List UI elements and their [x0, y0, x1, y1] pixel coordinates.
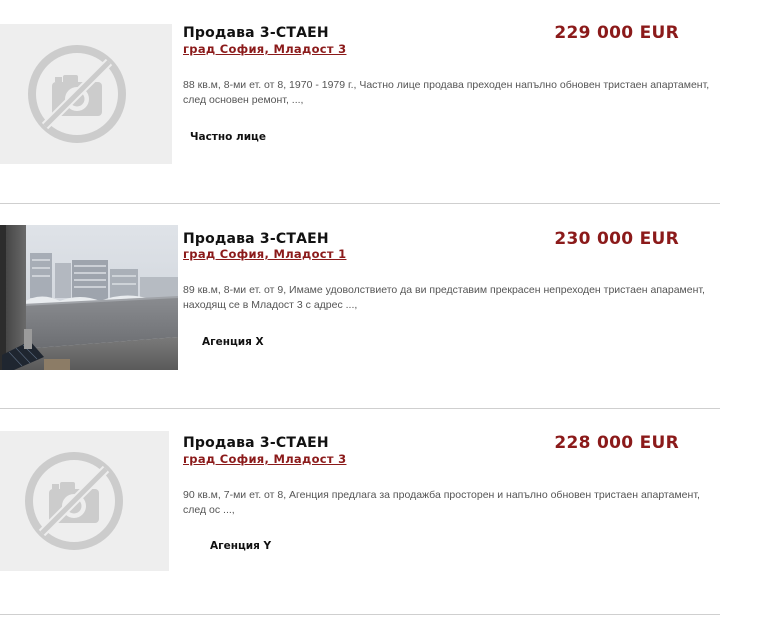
listing-price: 230 000 EUR: [554, 229, 679, 249]
listing-description: 89 кв.м, 8-ми ет. от 9, Имаме удоволстви…: [183, 284, 705, 311]
listing-price: 229 000 EUR: [554, 23, 679, 43]
listing-card: Продава 3-СТАЕН град София, Младост 1 23…: [0, 225, 720, 385]
listing-description: 88 кв.м, 8-ми ет. от 8, 1970 - 1979 г., …: [183, 79, 710, 106]
balcony-photo-image: [0, 225, 178, 370]
listing-location-link[interactable]: град София, Младост 3: [183, 452, 346, 466]
listing-seller: Частно лице: [190, 131, 266, 143]
listing-photo-placeholder[interactable]: [0, 24, 172, 164]
no-photo-icon: [0, 24, 172, 164]
listing-photo-placeholder[interactable]: [0, 431, 169, 571]
listing-seller: Агенция Y: [210, 540, 272, 552]
listing-title[interactable]: Продава 3-СТАЕН: [183, 231, 329, 247]
listing-description: 90 кв.м, 7-ми ет. от 8, Агенция предлага…: [183, 489, 700, 516]
no-photo-icon: [0, 431, 169, 571]
listing-seller: Агенция X: [202, 336, 264, 348]
listing-divider: [0, 614, 720, 615]
listing-card: Продава 3-СТАЕН град София, Младост 3 22…: [0, 23, 720, 184]
listing-title[interactable]: Продава 3-СТАЕН: [183, 25, 329, 41]
listing-card: Продава 3-СТАЕН град София, Младост 3 22…: [0, 431, 720, 591]
listing-location-link[interactable]: град София, Младост 1: [183, 247, 346, 261]
listing-price: 228 000 EUR: [554, 433, 679, 453]
listing-divider: [0, 203, 720, 204]
listing-location-link[interactable]: град София, Младост 3: [183, 42, 346, 56]
listing-divider: [0, 408, 720, 409]
listing-title[interactable]: Продава 3-СТАЕН: [183, 435, 329, 451]
listing-photo[interactable]: [0, 225, 178, 370]
